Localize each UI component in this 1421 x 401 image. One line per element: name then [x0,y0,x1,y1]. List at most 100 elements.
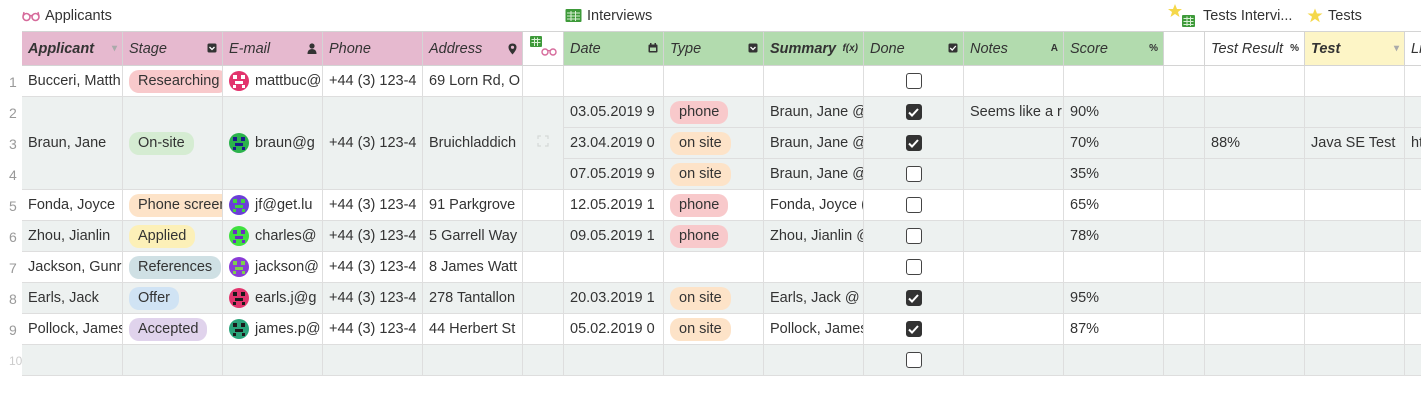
interview-cell-blank[interactable] [1164,283,1205,314]
interview-cell-link[interactable] [1405,252,1421,283]
interview-cell-test[interactable] [1305,221,1405,252]
checkbox-unchecked[interactable] [905,166,922,182]
interview-cell-test[interactable] [1305,252,1405,283]
interview-cell-summary[interactable]: Pollock, James [764,314,864,345]
applicant-cell-email[interactable]: jackson@ [223,252,323,283]
interview-cell-test[interactable] [1305,66,1405,97]
interview-cell-blank[interactable] [1164,190,1205,221]
interview-cell-blank[interactable] [1164,66,1205,97]
column-header-blank[interactable] [1164,31,1205,66]
interview-cell-type[interactable] [664,252,764,283]
applicant-cell-stage[interactable]: Applied [123,221,223,252]
interview-cell-link[interactable] [1405,283,1421,314]
checkbox-unchecked[interactable] [905,197,922,213]
interview-cell-done[interactable] [864,314,964,345]
interview-cell-blank[interactable] [1164,314,1205,345]
applicant-cell-stage[interactable]: Researching [123,66,223,97]
applicant-cell-name[interactable]: Jackson, Gunr [22,252,123,283]
interview-cell-score[interactable]: 78% [1064,221,1164,252]
column-header-email[interactable]: E-mail [223,31,323,66]
applicant-cell-ref[interactable] [523,314,564,345]
applicant-cell-name[interactable]: Zhou, Jianlin [22,221,123,252]
column-header-applicant[interactable]: Applicant ▾ [22,31,123,66]
applicant-cell-phone[interactable]: +44 (3) 123-4 [323,97,423,190]
interview-cell-done[interactable] [864,252,964,283]
interview-cell-notes[interactable] [964,221,1064,252]
checkbox-checked[interactable] [905,321,922,337]
interview-cell-test[interactable] [1305,314,1405,345]
applicant-cell-ref[interactable] [523,345,564,376]
applicant-cell-phone[interactable]: +44 (3) 123-4 [323,252,423,283]
column-header-test[interactable]: Test ▾ [1305,31,1405,66]
interview-cell-summary[interactable] [764,345,864,376]
applicant-cell-address[interactable]: 44 Herbert St [423,314,523,345]
interview-cell-score[interactable] [1064,66,1164,97]
applicant-cell-address[interactable]: 91 Parkgrove [423,190,523,221]
applicant-cell-address[interactable] [423,345,523,376]
interview-cell-date[interactable]: 09.05.2019 1 [564,221,664,252]
applicant-cell-email[interactable] [223,345,323,376]
interview-cell-test[interactable] [1305,283,1405,314]
interview-cell-blank[interactable] [1164,221,1205,252]
interview-cell-test[interactable] [1305,159,1405,190]
applicant-cell-ref[interactable] [523,97,564,190]
interview-cell-type[interactable]: on site [664,128,764,159]
applicant-cell-ref[interactable] [523,190,564,221]
interview-cell-summary[interactable]: Earls, Jack @ S [764,283,864,314]
interview-cell-test[interactable] [1305,345,1405,376]
column-header-notes[interactable]: Notes A [964,31,1064,66]
interview-cell-done[interactable] [864,345,964,376]
applicant-cell-name[interactable]: Braun, Jane [22,97,123,190]
interview-cell-notes[interactable] [964,314,1064,345]
applicant-cell-stage[interactable]: Phone screen [123,190,223,221]
interview-cell-done[interactable] [864,97,964,128]
applicant-cell-name[interactable]: Bucceri, Matth [22,66,123,97]
applicant-cell-stage[interactable]: Accepted [123,314,223,345]
interview-cell-type[interactable]: phone [664,97,764,128]
interview-cell-score[interactable]: 65% [1064,190,1164,221]
interview-cell-test_result[interactable] [1205,66,1305,97]
interview-cell-type[interactable] [664,345,764,376]
column-header-address[interactable]: Address [423,31,523,66]
column-header-test-result[interactable]: Test Result % [1205,31,1305,66]
interview-cell-link[interactable] [1405,159,1421,190]
group-applicants[interactable]: Applicants [22,0,112,31]
interview-cell-done[interactable] [864,283,964,314]
interview-cell-test_result[interactable] [1205,252,1305,283]
interview-cell-test_result[interactable]: 88% [1205,128,1305,159]
interview-cell-score[interactable] [1064,252,1164,283]
interview-cell-score[interactable]: 95% [1064,283,1164,314]
interview-cell-type[interactable]: on site [664,159,764,190]
interview-cell-type[interactable]: phone [664,190,764,221]
applicant-cell-address[interactable]: 69 Lorn Rd, O [423,66,523,97]
interview-cell-notes[interactable] [964,190,1064,221]
applicant-cell-phone[interactable]: +44 (3) 123-4 [323,221,423,252]
column-header-phone[interactable]: Phone [323,31,423,66]
interview-cell-link[interactable] [1405,97,1421,128]
interview-cell-link[interactable] [1405,221,1421,252]
interview-cell-link[interactable] [1405,66,1421,97]
interview-cell-blank[interactable] [1164,252,1205,283]
group-tests[interactable]: Tests [1307,0,1362,31]
applicant-cell-address[interactable]: 5 Garrell Way [423,221,523,252]
applicant-cell-email[interactable]: earls.j@g [223,283,323,314]
applicant-cell-name[interactable] [22,345,123,376]
column-header-type[interactable]: Type [664,31,764,66]
interview-cell-score[interactable]: 70% [1064,128,1164,159]
interview-cell-done[interactable] [864,159,964,190]
interview-cell-test_result[interactable] [1205,221,1305,252]
applicant-cell-phone[interactable] [323,345,423,376]
expand-rows-icon[interactable] [537,135,549,151]
interview-cell-date[interactable]: 20.03.2019 1 [564,283,664,314]
interview-cell-date[interactable]: 23.04.2019 0 [564,128,664,159]
applicant-cell-ref[interactable] [523,66,564,97]
interview-cell-link[interactable] [1405,190,1421,221]
column-header-done[interactable]: Done [864,31,964,66]
interview-cell-notes[interactable] [964,252,1064,283]
interview-cell-summary[interactable]: Braun, Jane @ [764,128,864,159]
interview-cell-test[interactable] [1305,97,1405,128]
checkbox-checked[interactable] [905,290,922,306]
applicant-cell-phone[interactable]: +44 (3) 123-4 [323,314,423,345]
interview-cell-type[interactable]: phone [664,221,764,252]
interview-cell-blank[interactable] [1164,97,1205,128]
